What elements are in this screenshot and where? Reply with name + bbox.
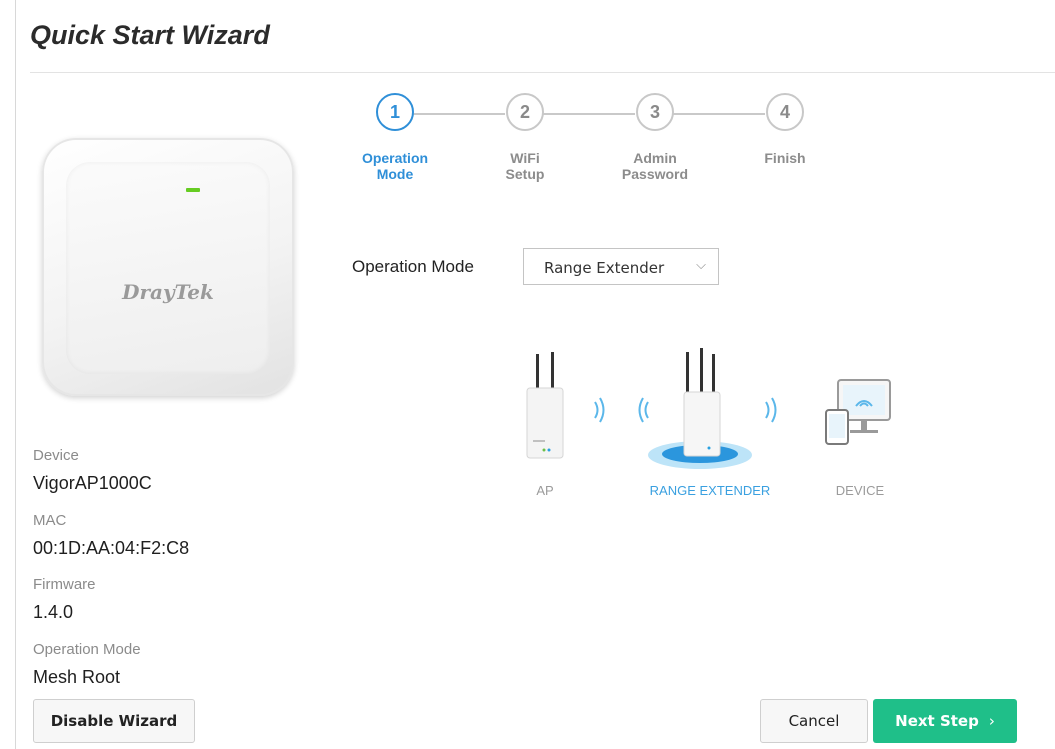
step-connector — [413, 113, 505, 115]
operation-mode-label: Operation Mode — [352, 257, 474, 276]
chevron-down-icon: ⌵ — [696, 257, 706, 272]
title-divider — [30, 72, 1055, 73]
step-2-label: WiFi Setup — [470, 150, 580, 182]
range-extender-device-icon — [683, 348, 721, 457]
step-4-indicator: 4 — [766, 93, 804, 131]
operation-mode-info-label: Operation Mode — [33, 641, 141, 658]
firmware-value: 1.4.0 — [33, 602, 74, 622]
chevron-right-icon: › — [988, 712, 995, 730]
step-1-label-line1: Operation — [361, 150, 429, 166]
step-2-label-line1: WiFi — [510, 150, 540, 166]
page-title: Quick Start Wizard — [30, 20, 270, 50]
step-connector — [543, 113, 635, 115]
firmware-label: Firmware — [33, 576, 96, 593]
ap-caption: AP — [536, 483, 554, 498]
step-connector — [673, 113, 765, 115]
next-step-button[interactable]: Next Step › — [873, 699, 1017, 743]
step-1-label: Operation Mode — [340, 150, 450, 182]
step-3-label-line2: Password — [621, 166, 689, 182]
operation-mode-select[interactable]: Range Extender ⌵ — [523, 248, 719, 285]
step-2-indicator: 2 — [506, 93, 544, 131]
step-3-label-line1: Admin — [633, 150, 677, 166]
left-frame-border — [15, 0, 16, 749]
step-2-label-line2: Setup — [505, 166, 545, 182]
step-1-label-line2: Mode — [376, 166, 414, 182]
step-3-indicator: 3 — [636, 93, 674, 131]
step-3-label: Admin Password — [600, 150, 710, 182]
mac-label: MAC — [33, 512, 67, 529]
device-label: Device — [33, 447, 79, 464]
device-value: VigorAP1000C — [33, 473, 152, 493]
device-face: DrayTek — [66, 162, 270, 374]
client-devices-icon — [825, 379, 891, 445]
next-step-label: Next Step — [895, 712, 979, 730]
device-logo: DrayTek — [122, 280, 214, 304]
step-4-label: Finish — [730, 150, 840, 166]
device-caption: DEVICE — [835, 483, 885, 498]
range-extender-caption: RANGE EXTENDER — [649, 483, 771, 498]
disable-wizard-button[interactable]: Disable Wizard — [33, 699, 195, 743]
wifi-signal-icon — [594, 397, 649, 423]
mac-value: 00:1D:AA:04:F2:C8 — [33, 538, 190, 558]
step-4-label-line1: Finish — [764, 150, 806, 166]
operation-mode-selected-value: Range Extender — [544, 259, 665, 277]
cancel-button[interactable]: Cancel — [760, 699, 868, 743]
device-image: DrayTek — [42, 138, 294, 396]
ap-device-icon — [526, 352, 564, 459]
operation-mode-info-value: Mesh Root — [33, 667, 121, 687]
device-led — [186, 188, 200, 192]
step-1-indicator: 1 — [376, 93, 414, 131]
wifi-signal-icon — [765, 397, 777, 423]
